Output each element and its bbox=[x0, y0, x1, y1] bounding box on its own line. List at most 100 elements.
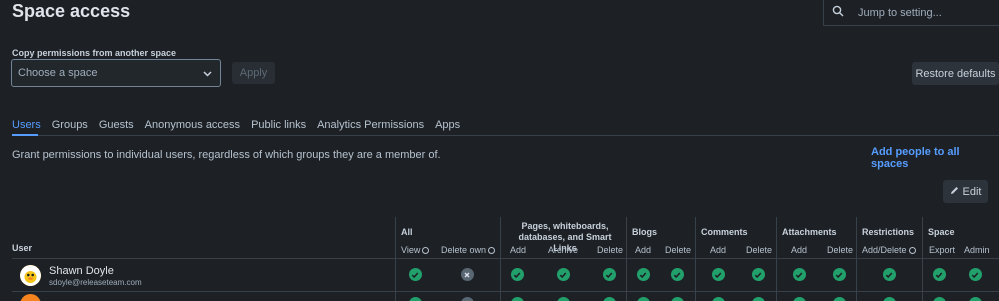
check-icon bbox=[751, 297, 765, 301]
check-icon bbox=[751, 268, 765, 281]
check-icon bbox=[602, 268, 616, 281]
column-header-pages-add: Add bbox=[510, 245, 526, 255]
column-divider bbox=[776, 217, 777, 301]
column-label: Export bbox=[929, 245, 956, 255]
group-header-all: All bbox=[401, 227, 413, 237]
tab-users[interactable]: Users bbox=[12, 119, 41, 135]
pencil-icon bbox=[950, 186, 959, 198]
column-divider bbox=[695, 217, 696, 301]
column-divider bbox=[626, 217, 627, 301]
search-box[interactable] bbox=[823, 0, 999, 26]
column-header-view: View bbox=[401, 245, 430, 255]
row-divider bbox=[12, 291, 999, 292]
column-label: Add bbox=[791, 245, 808, 255]
tab-apps[interactable]: Apps bbox=[435, 119, 460, 135]
column-label: Delete bbox=[827, 245, 854, 255]
check-icon bbox=[711, 268, 725, 281]
column-label: Delete bbox=[746, 245, 773, 255]
group-header-comments: Comments bbox=[701, 227, 748, 237]
column-divider bbox=[856, 217, 857, 301]
info-icon[interactable] bbox=[488, 246, 496, 254]
check-icon bbox=[711, 297, 725, 301]
column-header-space-export: Export bbox=[929, 245, 955, 255]
column-divider bbox=[922, 217, 923, 301]
restore-defaults-button[interactable]: Restore defaults bbox=[912, 62, 999, 85]
check-icon bbox=[968, 297, 982, 301]
column-header-comments-delete: Delete bbox=[746, 245, 772, 255]
check-icon bbox=[602, 297, 616, 301]
info-icon[interactable] bbox=[422, 246, 430, 254]
column-header-space-admin: Admin bbox=[964, 245, 990, 255]
column-header-attachments-add: Add bbox=[791, 245, 807, 255]
tab-anonymous-access[interactable]: Anonymous access bbox=[145, 119, 240, 135]
group-header-blogs: Blogs bbox=[632, 227, 658, 237]
column-label: Archive bbox=[548, 245, 579, 255]
check-icon bbox=[408, 297, 422, 301]
column-label: Admin bbox=[964, 245, 990, 255]
active-tab-indicator bbox=[12, 134, 38, 136]
header-row-divider bbox=[12, 258, 999, 259]
space-select-placeholder: Choose a space bbox=[18, 67, 98, 79]
space-select[interactable]: Choose a space bbox=[11, 59, 221, 87]
check-icon bbox=[556, 268, 570, 281]
column-label: Delete own bbox=[441, 245, 487, 255]
check-icon bbox=[832, 268, 846, 281]
tab-bar: Users Groups Guests Anonymous access Pub… bbox=[12, 119, 471, 135]
check-icon bbox=[792, 297, 806, 301]
group-header-attachments: Attachments bbox=[782, 227, 837, 237]
check-icon bbox=[510, 268, 524, 281]
chevron-down-icon bbox=[203, 66, 212, 80]
column-label: Add bbox=[710, 245, 727, 255]
grant-description: Grant permissions to individual users, r… bbox=[12, 149, 441, 161]
check-icon bbox=[408, 268, 422, 281]
group-header-space: Space bbox=[928, 227, 955, 237]
check-icon bbox=[670, 297, 684, 301]
avatar bbox=[20, 265, 41, 286]
column-header-blogs-delete: Delete bbox=[665, 245, 691, 255]
column-label: View bbox=[401, 245, 421, 255]
check-icon bbox=[832, 297, 846, 301]
tab-guests[interactable]: Guests bbox=[99, 119, 134, 135]
check-icon bbox=[882, 297, 896, 301]
info-icon[interactable] bbox=[908, 246, 916, 254]
check-icon bbox=[932, 297, 946, 301]
edit-button[interactable]: Edit bbox=[943, 180, 988, 203]
column-header-pages-delete: Delete bbox=[597, 245, 623, 255]
column-header-comments-add: Add bbox=[710, 245, 726, 255]
check-icon bbox=[670, 268, 684, 281]
group-header-restrictions: Restrictions bbox=[862, 227, 915, 237]
tab-groups[interactable]: Groups bbox=[52, 119, 88, 135]
check-icon bbox=[968, 268, 982, 281]
column-label: Add/Delete bbox=[862, 245, 907, 255]
column-divider bbox=[395, 217, 396, 301]
column-header-blogs-add: Add bbox=[635, 245, 651, 255]
column-label: Delete bbox=[597, 245, 624, 255]
check-icon bbox=[636, 268, 650, 281]
cross-icon bbox=[460, 297, 474, 301]
column-label: Delete bbox=[665, 245, 692, 255]
column-label: Add bbox=[510, 245, 527, 255]
add-people-link[interactable]: Add people to all spaces bbox=[871, 146, 999, 170]
column-divider bbox=[500, 217, 501, 301]
column-header-delete-own: Delete own bbox=[441, 245, 496, 255]
tab-analytics-permissions[interactable]: Analytics Permissions bbox=[317, 119, 424, 135]
column-header-restrictions-add-delete: Add/Delete bbox=[862, 245, 916, 255]
search-input[interactable] bbox=[858, 6, 988, 19]
check-icon bbox=[882, 268, 896, 281]
check-icon bbox=[792, 268, 806, 281]
search-icon bbox=[832, 5, 844, 20]
user-column-header: User bbox=[12, 243, 33, 253]
cross-icon bbox=[460, 268, 474, 281]
user-email: sdoyle@releaseteam.com bbox=[49, 278, 142, 287]
edit-label: Edit bbox=[962, 185, 982, 198]
tabs-divider bbox=[12, 135, 999, 136]
column-header-pages-archive: Archive bbox=[548, 245, 578, 255]
user-name: Shawn Doyle bbox=[49, 265, 114, 277]
tab-public-links[interactable]: Public links bbox=[251, 119, 306, 135]
check-icon bbox=[556, 297, 570, 301]
apply-button[interactable]: Apply bbox=[232, 62, 275, 84]
check-icon bbox=[510, 297, 524, 301]
column-label: Add bbox=[635, 245, 652, 255]
page-title: Space access bbox=[12, 1, 131, 21]
check-icon bbox=[636, 297, 650, 301]
